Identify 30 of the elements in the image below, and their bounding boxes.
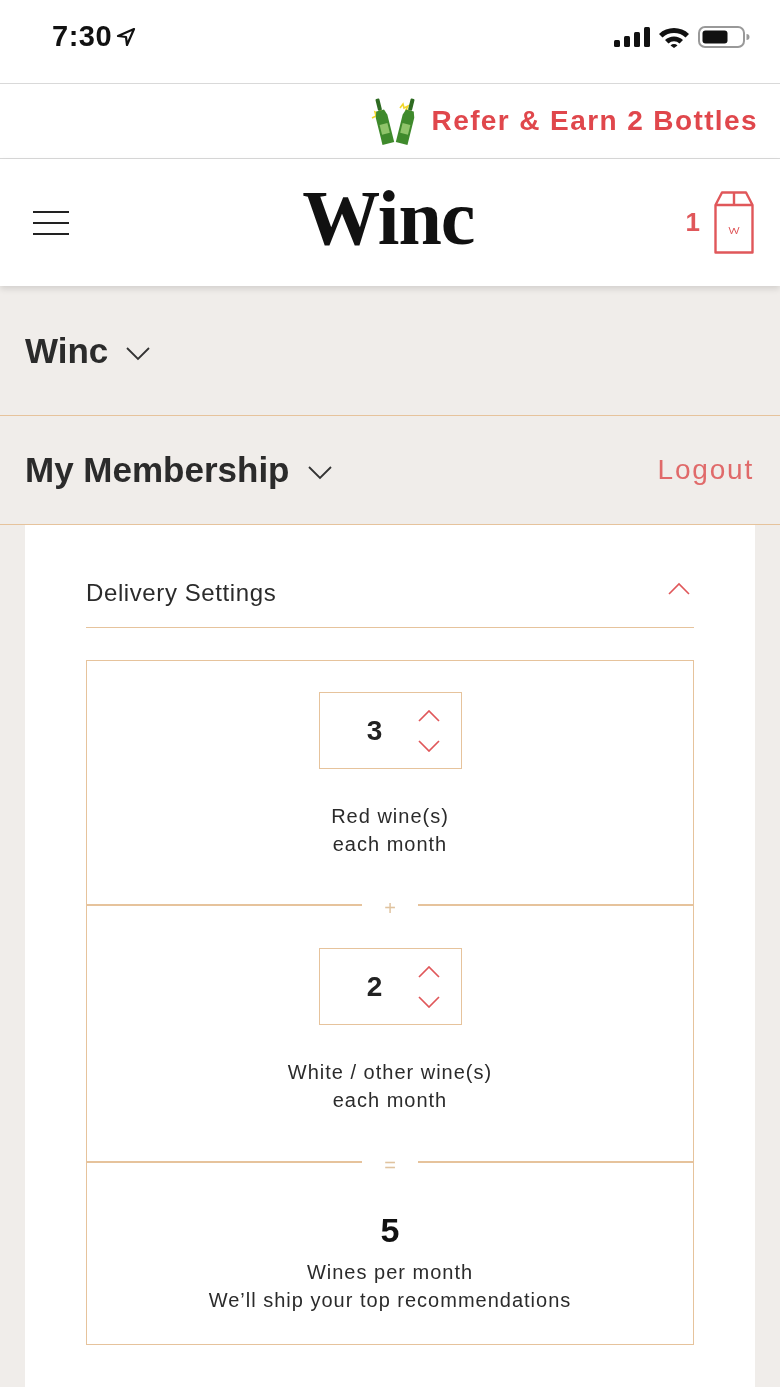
chevron-icon[interactable]: [126, 346, 151, 361]
operator-symbol: =: [383, 1153, 397, 1177]
shopping-bag-icon[interactable]: [714, 191, 754, 254]
chevron-up-icon[interactable]: [417, 965, 440, 978]
total-label: Wines per month: [306, 1260, 474, 1285]
total-note: We’ll ship your top recommendations: [208, 1288, 572, 1313]
quantity-stepper[interactable]: 3: [318, 692, 462, 769]
quantity-label: Red wine(s) each month: [331, 804, 449, 857]
chevron-up-icon[interactable]: [417, 709, 440, 722]
status-time: 7:30: [52, 20, 113, 53]
menu-title[interactable]: My Membership: [25, 450, 290, 490]
refer-link[interactable]: Refer & Earn 2 Bottles: [431, 105, 758, 137]
signal-icon: [614, 26, 650, 47]
chevron-icon[interactable]: [307, 466, 332, 480]
location-arrow-icon: [116, 26, 137, 47]
wifi-icon: [658, 25, 690, 48]
chevron-down-icon[interactable]: [417, 739, 440, 752]
quantity-stepper[interactable]: 2: [318, 948, 462, 1025]
quantity-value: 2: [365, 970, 384, 1003]
quantity-value: 3: [365, 714, 384, 747]
cart-count[interactable]: 1: [685, 207, 700, 238]
chevron-down-icon[interactable]: [417, 995, 440, 1008]
menu-icon[interactable]: [33, 210, 69, 235]
quantity-label: White / other wine(s) each month: [287, 1060, 493, 1113]
battery-icon: [698, 25, 750, 48]
operator-symbol: +: [383, 896, 397, 920]
section-title[interactable]: Delivery Settings: [86, 577, 277, 609]
total-value: 5: [380, 1210, 400, 1250]
menu-title[interactable]: Winc: [25, 330, 109, 371]
logo[interactable]: Winc: [302, 178, 475, 257]
